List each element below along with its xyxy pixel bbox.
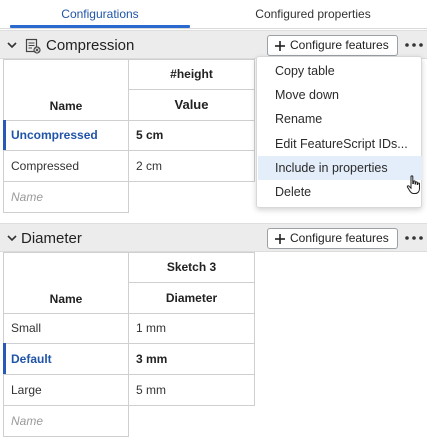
new-row-placeholder: Name: [11, 190, 44, 204]
hand-cursor-icon: [406, 175, 420, 194]
row-value[interactable]: 3 mm: [128, 344, 167, 374]
name-header: Name: [49, 99, 83, 113]
column-header: Value: [174, 97, 209, 112]
row-name[interactable]: Large: [3, 375, 42, 405]
configure-features-label: Configure features: [290, 231, 389, 245]
tab-configured-properties[interactable]: Configured properties: [213, 0, 413, 29]
name-header-cell: Name: [3, 252, 129, 314]
name-header-cell: Name: [3, 59, 129, 121]
row-value[interactable]: 2 cm: [128, 151, 162, 181]
name-header: Name: [49, 292, 83, 306]
section-header-diameter: Diameter Configure features: [0, 223, 427, 252]
tab-bar: Configurations Configured properties: [0, 0, 427, 29]
configure-features-button[interactable]: Configure features: [267, 35, 398, 56]
row-value[interactable]: 5 cm: [128, 120, 163, 150]
feature-header: #height: [170, 67, 213, 81]
configure-features-label: Configure features: [290, 38, 389, 52]
column-header-cell: Diameter: [128, 282, 255, 314]
chevron-down-icon[interactable]: [7, 233, 17, 243]
row-value[interactable]: 1 mm: [128, 313, 166, 343]
feature-header: Sketch 3: [166, 260, 217, 274]
chevron-down-icon[interactable]: [7, 40, 17, 50]
menu-item-rename[interactable]: Rename: [258, 107, 422, 131]
section-header-compression: Compression Configure features: [0, 30, 427, 59]
row-name[interactable]: Default: [3, 344, 52, 374]
plus-icon: [275, 234, 285, 244]
column-header: Diameter: [165, 291, 218, 305]
row-name[interactable]: Small: [3, 313, 41, 343]
plus-icon: [275, 41, 285, 51]
more-options-icon[interactable]: [404, 40, 424, 50]
configure-features-button[interactable]: Configure features: [267, 228, 398, 249]
context-menu: Copy table Move down Rename Edit Feature…: [256, 56, 422, 208]
row-value[interactable]: 5 mm: [128, 375, 166, 405]
menu-item-edit-featurescript-ids[interactable]: Edit FeatureScript IDs...: [258, 132, 422, 156]
section-title: Compression: [46, 37, 135, 54]
row-name[interactable]: Compressed: [3, 151, 79, 181]
menu-item-move-down[interactable]: Move down: [258, 83, 422, 107]
configuration-table-icon: [25, 38, 41, 54]
feature-header-cell: #height: [128, 59, 255, 90]
active-tab-indicator: [10, 25, 190, 28]
menu-item-delete[interactable]: Delete: [258, 180, 422, 204]
row-name[interactable]: Uncompressed: [3, 120, 98, 150]
menu-item-include-in-properties[interactable]: Include in properties: [258, 156, 422, 180]
column-header-cell: Value: [128, 89, 255, 121]
new-row-placeholder: Name: [11, 414, 44, 428]
feature-header-cell: Sketch 3: [128, 252, 255, 283]
section-title: Diameter: [21, 230, 82, 247]
more-options-icon[interactable]: [404, 233, 424, 243]
menu-item-copy-table[interactable]: Copy table: [258, 59, 422, 83]
